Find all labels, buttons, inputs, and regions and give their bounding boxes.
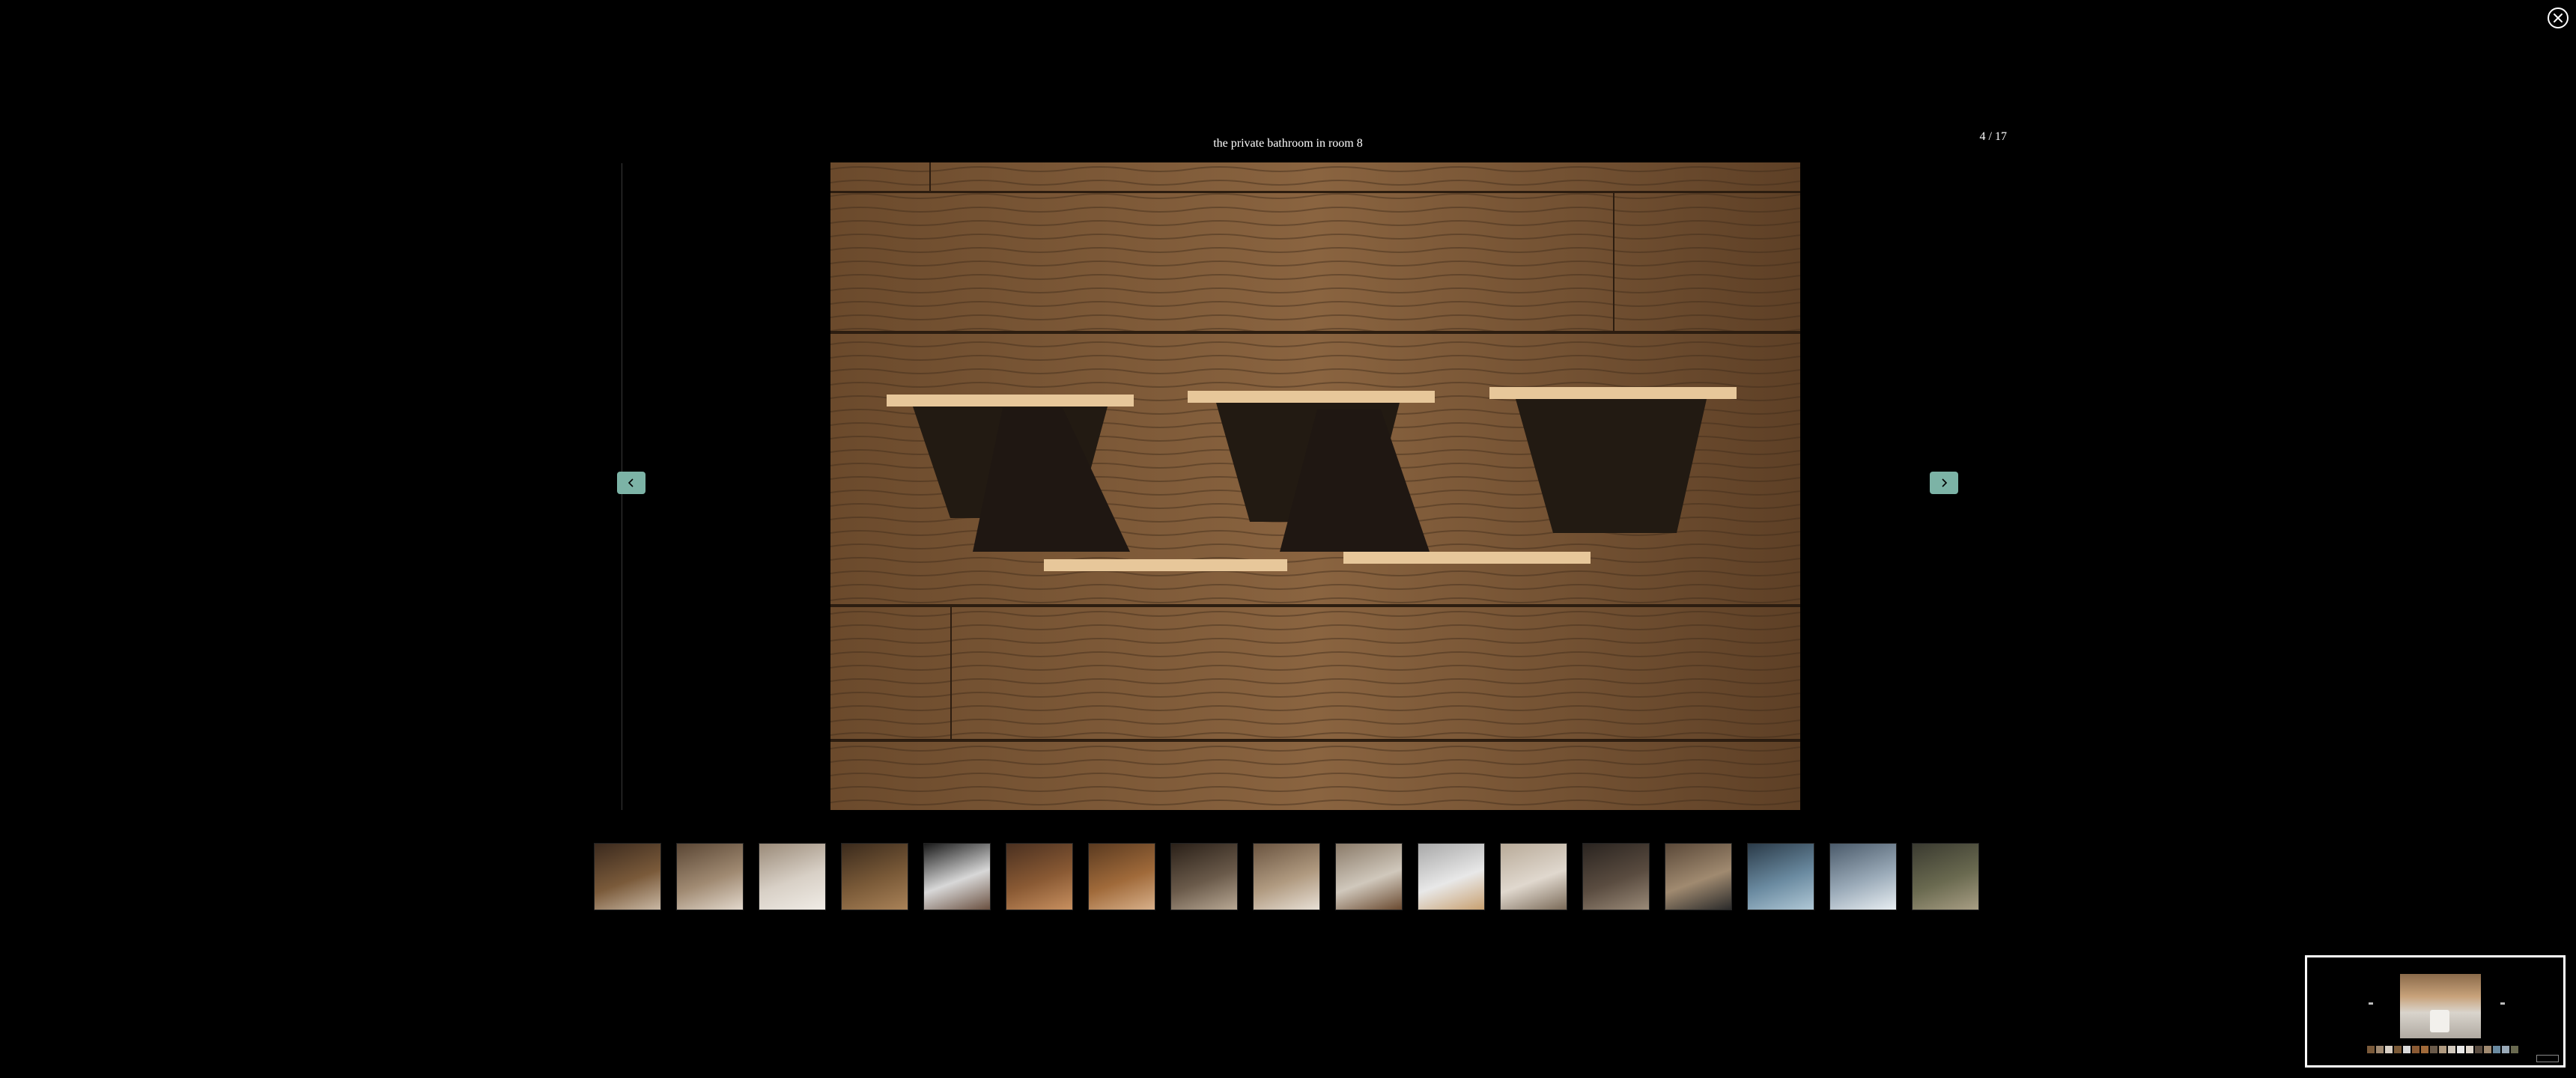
photo-gallery-viewer: the private bathroom in room 8 4 / 17 [0, 0, 2576, 1078]
close-button[interactable] [2548, 7, 2569, 28]
minimap-thumbnail-6 [2412, 1046, 2419, 1053]
chevron-right-icon [1942, 478, 1948, 487]
thumbnail-1[interactable] [594, 843, 661, 910]
minimap-thumbnail-13 [2475, 1046, 2482, 1053]
thumbnail-15[interactable] [1747, 843, 1814, 910]
thumbnail-6[interactable] [1006, 843, 1073, 910]
thumbnail-12[interactable] [1500, 843, 1567, 910]
thumbnail-14[interactable] [1665, 843, 1732, 910]
minimap-thumbnail-14 [2484, 1046, 2491, 1053]
minimap-thumbnail-16 [2502, 1046, 2509, 1053]
minimap-thumbnail-1 [2367, 1046, 2375, 1053]
minimap-thumbnails [2367, 1046, 2518, 1053]
minimap-thumbnail-12 [2466, 1046, 2473, 1053]
thumbnail-17[interactable] [1912, 843, 1979, 910]
thumbnail-13[interactable] [1582, 843, 1650, 910]
thumbnail-16[interactable] [1829, 843, 1897, 910]
minimap-thumbnail-2 [2376, 1046, 2384, 1053]
minimap-thumbnail-8 [2430, 1046, 2437, 1053]
thumbnail-8[interactable] [1170, 843, 1238, 910]
thumbnail-strip [594, 843, 1984, 912]
viewer-preview-minimap[interactable] [2305, 955, 2566, 1068]
thumbnail-2[interactable] [676, 843, 744, 910]
minimap-thumbnail-9 [2439, 1046, 2446, 1053]
thumbnail-9[interactable] [1253, 843, 1320, 910]
thumbnail-11[interactable] [1418, 843, 1485, 910]
previous-photo-button[interactable] [617, 472, 645, 494]
chevron-left-icon [628, 478, 634, 487]
minimap-next-indicator [2500, 1002, 2505, 1005]
close-icon [2554, 13, 2563, 22]
minimap-thumbnail-17 [2511, 1046, 2518, 1053]
minimap-thumbnail-11 [2457, 1046, 2464, 1053]
minimap-photo [2400, 974, 2481, 1038]
thumbnail-5[interactable] [923, 843, 991, 910]
thumbnail-3[interactable] [759, 843, 826, 910]
minimap-thumbnail-10 [2448, 1046, 2455, 1053]
minimap-badge [2536, 1055, 2559, 1062]
minimap-thumbnail-4 [2394, 1046, 2402, 1053]
minimap-thumbnail-15 [2493, 1046, 2500, 1053]
photo-caption: the private bathroom in room 8 [1213, 137, 1363, 150]
minimap-prev-indicator [2369, 1002, 2373, 1005]
main-photo [830, 162, 1800, 810]
thumbnail-7[interactable] [1088, 843, 1155, 910]
minimap-thumbnail-7 [2421, 1046, 2428, 1053]
thumbnail-4[interactable] [841, 843, 908, 910]
next-photo-button[interactable] [1930, 472, 1958, 494]
photo-counter: 4 / 17 [1979, 130, 2007, 143]
minimap-thumbnail-3 [2385, 1046, 2393, 1053]
minimap-thumbnail-5 [2403, 1046, 2411, 1053]
thumbnail-10[interactable] [1335, 843, 1403, 910]
